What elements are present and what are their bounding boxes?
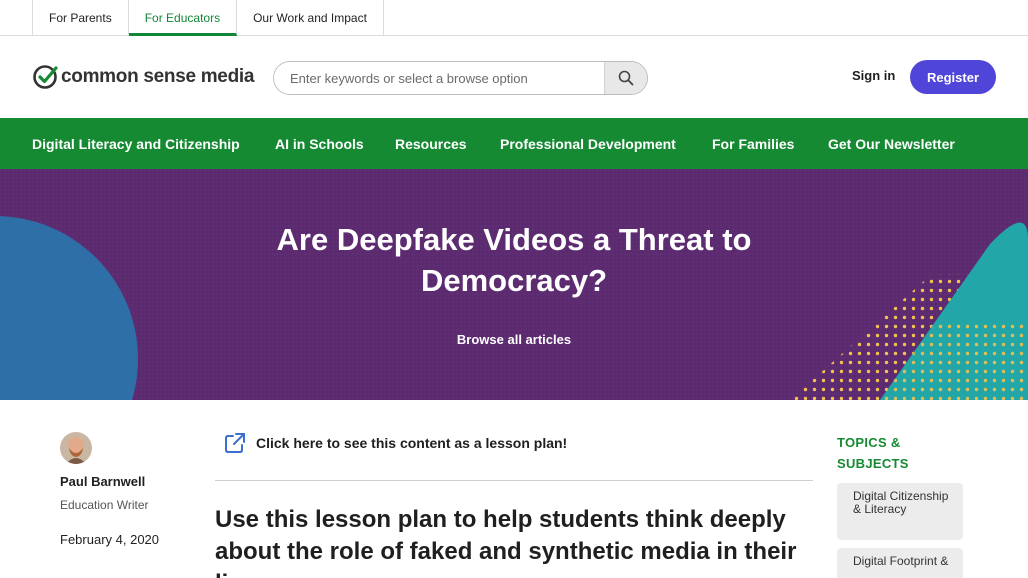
- nav-item-resources[interactable]: Resources: [395, 118, 467, 169]
- logo-wordmark: common sense media: [61, 66, 255, 87]
- lesson-plan-link[interactable]: Click here to see this content as a less…: [224, 432, 567, 454]
- search-box: [273, 61, 648, 95]
- audience-bar: For Parents For Educators Our Work and I…: [0, 0, 1028, 36]
- lesson-plan-link-label: Click here to see this content as a less…: [256, 435, 568, 451]
- checkmark-logo-icon: [33, 65, 58, 89]
- article-title: Are Deepfake Videos a Threat to Democrac…: [276, 222, 752, 298]
- tab-for-parents[interactable]: For Parents: [33, 0, 129, 36]
- nav-item-for-families[interactable]: For Families: [712, 118, 794, 169]
- nav-item-digital-literacy[interactable]: Digital Literacy and Citizenship: [32, 118, 240, 169]
- search-input[interactable]: [274, 62, 604, 94]
- main-nav: Digital Literacy and Citizenship AI in S…: [0, 118, 1028, 169]
- register-button[interactable]: Register: [910, 60, 996, 94]
- divider: [215, 480, 813, 481]
- external-link-icon: [225, 433, 245, 453]
- tab-for-educators[interactable]: For Educators: [128, 0, 238, 36]
- nav-item-professional-development[interactable]: Professional Development: [500, 118, 676, 169]
- author-role: Education Writer: [60, 498, 149, 512]
- sign-in-link[interactable]: Sign in: [852, 68, 895, 83]
- audience-tabs: For Parents For Educators Our Work and I…: [32, 0, 384, 36]
- topics-heading: TOPICS & SUBJECTS: [837, 435, 909, 471]
- author-name[interactable]: Paul Barnwell: [60, 474, 145, 489]
- topic-chip-digital-footprint[interactable]: Digital Footprint &: [837, 548, 963, 578]
- site-header: common sense media Sign in Register: [0, 37, 1028, 118]
- search-button[interactable]: [604, 62, 647, 94]
- tab-our-work-and-impact[interactable]: Our Work and Impact: [237, 0, 384, 36]
- avatar: [60, 432, 92, 464]
- topic-chip-digital-citizenship[interactable]: Digital Citizenship & Literacy: [837, 483, 963, 540]
- publish-date: February 4, 2020: [60, 532, 160, 547]
- author-photo: [60, 432, 92, 464]
- nav-item-newsletter[interactable]: Get Our Newsletter: [828, 118, 955, 169]
- article-lede: Use this lesson plan to help students th…: [215, 506, 797, 578]
- site-logo[interactable]: common sense media: [32, 64, 254, 90]
- nav-item-ai-in-schools[interactable]: AI in Schools: [275, 118, 364, 169]
- browse-all-articles-link[interactable]: Browse all articles: [0, 332, 1028, 347]
- hero-banner: Are Deepfake Videos a Threat to Democrac…: [0, 169, 1028, 400]
- search-icon: [618, 70, 634, 86]
